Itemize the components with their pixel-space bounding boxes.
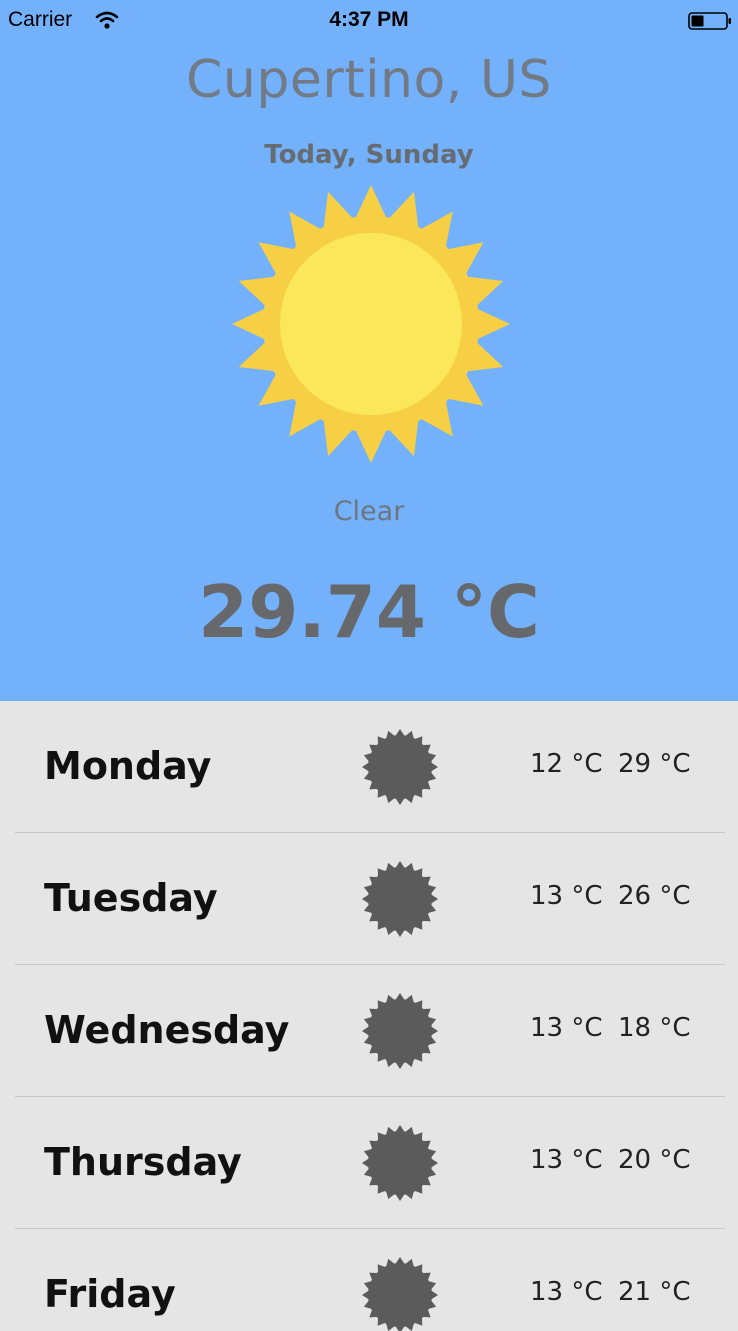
forecast-row[interactable]: Friday 13 °C 21 °C [0, 1229, 738, 1331]
forecast-low-temp: 13 °C [530, 1277, 603, 1307]
current-day-label: Today, Sunday [264, 140, 474, 170]
current-temperature: 29.74 °C [198, 570, 540, 654]
forecast-low-temp: 12 °C [530, 749, 603, 779]
status-time: 4:37 PM [329, 8, 409, 31]
sun-icon [360, 1255, 440, 1331]
sun-icon [360, 727, 440, 807]
status-bar: Carrier 4:37 PM [0, 0, 738, 40]
forecast-day: Wednesday [44, 1008, 290, 1052]
forecast-high-temp: 18 °C [618, 1013, 691, 1043]
forecast-list[interactable]: Monday 12 °C 29 °C Tuesday 13 °C 26 °C Wednesd… [0, 701, 738, 1331]
forecast-high-temp: 20 °C [618, 1145, 691, 1175]
weather-condition: Clear [333, 496, 405, 527]
forecast-day: Friday [44, 1272, 176, 1316]
forecast-day: Thursday [44, 1140, 242, 1184]
forecast-high-temp: 21 °C [618, 1277, 691, 1307]
current-weather-panel: Cupertino, US Today, Sunday Clear 29.74 … [0, 0, 738, 701]
forecast-low-temp: 13 °C [530, 1145, 603, 1175]
forecast-row[interactable]: Wednesday 13 °C 18 °C [0, 965, 738, 1097]
sun-icon [360, 1123, 440, 1203]
forecast-low-temp: 13 °C [530, 1013, 603, 1043]
sun-icon [360, 859, 440, 939]
sun-icon [360, 991, 440, 1071]
forecast-high-temp: 26 °C [618, 881, 691, 911]
city-name: Cupertino, US [186, 50, 552, 110]
forecast-row[interactable]: Thursday 13 °C 20 °C [0, 1097, 738, 1229]
weather-screen: Cupertino, US Today, Sunday Clear 29.74 … [0, 0, 738, 1331]
forecast-high-temp: 29 °C [618, 749, 691, 779]
battery-icon [688, 12, 732, 30]
forecast-row[interactable]: Monday 12 °C 29 °C [0, 701, 738, 833]
sun-icon [232, 185, 510, 463]
forecast-row[interactable]: Tuesday 13 °C 26 °C [0, 833, 738, 965]
forecast-day: Monday [44, 744, 212, 788]
forecast-day: Tuesday [44, 876, 218, 920]
forecast-low-temp: 13 °C [530, 881, 603, 911]
